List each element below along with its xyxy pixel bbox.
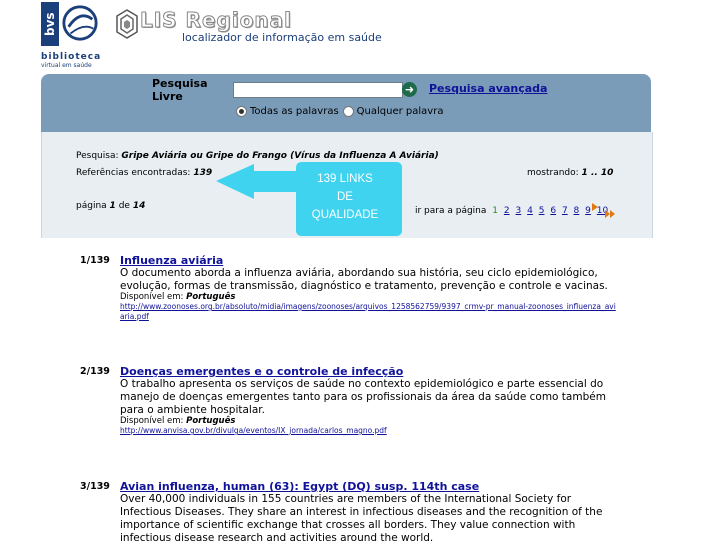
query-value: Gripe Aviária ou Gripe do Frango (Vírus …: [121, 151, 439, 161]
result-number: 2/139: [80, 366, 110, 377]
query-line: Pesquisa: Gripe Aviária ou Gripe do Fran…: [76, 151, 439, 161]
callout-line: 139 LINKS: [317, 173, 373, 185]
result-url-link[interactable]: http://www.anvisa.gov.br/divulga/eventos…: [120, 426, 618, 436]
availability-language: Português: [186, 416, 236, 426]
page-of: de: [118, 201, 130, 211]
availability-label: Disponível em:: [120, 416, 184, 426]
result-description: O documento aborda a influenza aviária, …: [120, 267, 608, 292]
showing-range: 1 .. 10: [581, 168, 614, 178]
page-link[interactable]: 2: [504, 206, 510, 216]
refs-label: Referências encontradas:: [76, 168, 191, 178]
page-link[interactable]: 5: [539, 206, 545, 216]
page-total: 14: [132, 201, 146, 211]
page-link-current: 1: [492, 206, 499, 216]
refs-count: 139: [193, 168, 213, 178]
lis-subtitle: localizador de informação em saúde: [182, 31, 382, 44]
advanced-search-link[interactable]: Pesquisa avançada: [429, 82, 547, 95]
showing-line: mostrando: 1 .. 10: [527, 168, 613, 178]
bvs-mark: bvs: [41, 2, 59, 46]
pagination: ir para a página 1 2 3 4 5 6 7 8 9 10: [415, 206, 611, 216]
result-availability: Disponível em: Português: [120, 292, 235, 302]
result-number: 3/139: [80, 481, 110, 492]
availability-language: Português: [186, 292, 236, 302]
callout-line: QUALIDADE: [311, 209, 379, 221]
query-label: Pesquisa:: [76, 151, 119, 161]
lis-swirl-icon: [116, 9, 138, 39]
result-title-link[interactable]: Avian influenza, human (63): Egypt (DQ) …: [120, 480, 479, 493]
radio-all-words[interactable]: [236, 106, 247, 117]
radio-any-word-label: Qualquer palavra: [356, 106, 444, 117]
page-link[interactable]: 9: [585, 206, 591, 216]
search-label: Pesquisa Livre: [152, 77, 208, 103]
bvs-subtitle: virtual em saúde: [41, 62, 92, 69]
page-label: página: [76, 201, 107, 211]
availability-label: Disponível em:: [120, 292, 184, 302]
arrow-right-icon: ➜: [404, 83, 415, 96]
page-current: 1: [109, 201, 116, 211]
result-description: Over 40,000 individuals in 155 countries…: [120, 493, 603, 544]
radio-all-words-label: Todas as palavras: [250, 106, 339, 117]
result-description: O trabalho apresenta os serviços de saúd…: [120, 378, 606, 416]
result-url-link[interactable]: http://www.zoonoses.org.br/absoluto/midi…: [120, 302, 618, 322]
bvs-logo[interactable]: bvs biblioteca virtual em saúde: [41, 2, 103, 69]
showing-label: mostrando:: [527, 168, 579, 178]
callout-text: 139 LINKS DE QUALIDADE: [295, 170, 395, 224]
last-page-icon[interactable]: [605, 203, 615, 222]
page-link[interactable]: 7: [562, 206, 568, 216]
bvs-name: biblioteca: [41, 52, 102, 62]
result-number: 1/139: [80, 255, 110, 266]
bvs-globe-icon: [62, 5, 98, 41]
result-title-link[interactable]: Doenças emergentes e o controle de infec…: [120, 365, 403, 378]
page-link[interactable]: 3: [516, 206, 522, 216]
refs-line: Referências encontradas: 139: [76, 168, 212, 178]
lis-title: LIS Regional: [139, 8, 293, 33]
page-link[interactable]: 4: [527, 206, 533, 216]
callout-line: DE: [337, 191, 353, 203]
page-link[interactable]: 8: [574, 206, 580, 216]
result-title-link[interactable]: Influenza aviária: [120, 254, 223, 267]
search-go-button[interactable]: ➜: [402, 82, 417, 97]
goto-label: ir para a página: [415, 206, 487, 216]
page-link[interactable]: 6: [550, 206, 556, 216]
search-input[interactable]: [233, 82, 403, 98]
page-indicator: página 1 de 14: [76, 201, 145, 211]
result-availability: Disponível em: Português: [120, 416, 235, 426]
next-page-icon[interactable]: [592, 203, 598, 211]
match-mode-radios: Todas as palavras Qualquer palavra: [236, 106, 447, 117]
radio-any-word[interactable]: [342, 106, 354, 117]
